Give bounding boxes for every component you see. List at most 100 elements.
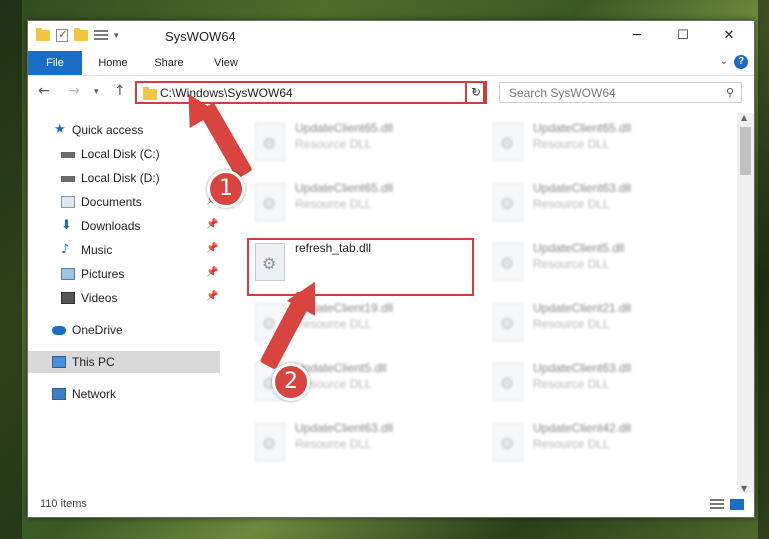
file-name: UpdateClient65.dll — [533, 121, 632, 135]
file-type: Resource DLL — [533, 377, 610, 391]
item-count: 110 items — [40, 498, 87, 510]
scroll-down-icon[interactable]: ▼ — [741, 484, 747, 493]
file-name: UpdateClient5.dll — [533, 241, 625, 255]
search-icon: ⚲ — [725, 86, 734, 99]
tab-view[interactable]: View — [202, 51, 250, 75]
minimize-button[interactable]: ─ — [614, 21, 660, 51]
list-item[interactable]: UpdateClient5.dll Resource DLL — [489, 239, 719, 291]
file-name: UpdateClient5.dll — [295, 361, 387, 375]
sidebar-item-videos[interactable]: Videos 📌 — [28, 287, 220, 309]
close-button[interactable]: ✕ — [706, 21, 752, 51]
folder-icon — [36, 28, 50, 41]
dll-file-icon — [493, 243, 523, 281]
large-icons-view-icon[interactable] — [730, 499, 744, 510]
drive-icon — [61, 176, 75, 182]
sidebar-item-label: Documents — [81, 195, 142, 209]
sidebar-item-documents[interactable]: Documents 📌 — [28, 191, 220, 213]
file-name: UpdateClient63.dll — [295, 421, 394, 435]
file-type: Resource DLL — [533, 437, 610, 451]
list-item[interactable]: UpdateClient63.dll Resource DLL — [489, 179, 719, 231]
list-item[interactable]: UpdateClient42.dll Resource DLL — [489, 419, 719, 471]
up-icon[interactable]: ↑ — [114, 83, 126, 99]
navigation-pane: ★ Quick access Local Disk (C:) Local Dis… — [28, 113, 220, 493]
recent-locations-icon[interactable]: ▾ — [94, 87, 99, 97]
help-icon[interactable]: ? — [734, 55, 748, 69]
forward-icon[interactable]: → — [68, 83, 80, 99]
list-item[interactable]: UpdateClient21.dll Resource DLL — [489, 299, 719, 351]
documents-icon — [61, 196, 75, 208]
scroll-up-icon[interactable]: ▲ — [741, 113, 747, 122]
pin-icon[interactable]: 📌 — [206, 243, 218, 254]
sidebar-item-pictures[interactable]: Pictures 📌 — [28, 263, 220, 285]
tab-file[interactable]: File — [28, 51, 82, 75]
tab-share[interactable]: Share — [144, 51, 194, 75]
sidebar-item-music[interactable]: ♪ Music 📌 — [28, 239, 220, 261]
file-type: Resource DLL — [533, 257, 610, 271]
background-trees-right — [758, 0, 769, 539]
sidebar-item-label: Local Disk (C:) — [81, 147, 160, 161]
window-title: SysWOW64 — [165, 29, 236, 44]
file-name: UpdateClient65.dll — [295, 121, 394, 135]
sidebar-item-downloads[interactable]: ⬇ Downloads 📌 — [28, 215, 220, 237]
sidebar-item-label: OneDrive — [72, 323, 123, 337]
list-item[interactable]: UpdateClient63.dll Resource DLL — [489, 359, 719, 411]
sidebar-item-label: Local Disk (D:) — [81, 171, 160, 185]
pin-icon[interactable]: 📌 — [206, 219, 218, 230]
expand-ribbon-icon[interactable]: ⌄ — [720, 56, 728, 67]
refresh-button[interactable]: ↻ — [465, 81, 487, 104]
download-icon: ⬇ — [61, 218, 72, 233]
quick-access-toolbar: ▾ — [36, 27, 119, 42]
sidebar-item-label: Network — [72, 387, 117, 401]
toolbar-dropdown-icon[interactable]: ▾ — [114, 31, 119, 41]
sidebar-item-label: Pictures — [81, 267, 125, 281]
file-name: UpdateClient63.dll — [533, 361, 632, 375]
list-item[interactable]: UpdateClient65.dll Resource DLL — [251, 179, 481, 231]
sidebar-item-this-pc[interactable]: This PC — [28, 351, 220, 373]
file-name: UpdateClient42.dll — [533, 421, 632, 435]
sidebar-item-local-disk-d[interactable]: Local Disk (D:) — [28, 167, 220, 189]
pc-icon — [52, 356, 66, 368]
search-input[interactable]: Search SysWOW64 ⚲ — [499, 82, 742, 103]
pin-icon[interactable]: 📌 — [206, 267, 218, 278]
customize-toolbar-icon[interactable] — [94, 29, 108, 42]
vertical-scrollbar[interactable]: ▲ ▼ — [737, 113, 754, 493]
background-trees — [0, 0, 22, 539]
sidebar-item-local-disk-c[interactable]: Local Disk (C:) — [28, 143, 220, 165]
tab-home[interactable]: Home — [88, 51, 138, 75]
address-row: ← → ▾ ↑ C:\Windows\SysWOW64 ⌄ ↻ Search S… — [28, 76, 754, 110]
dll-file-icon — [493, 423, 523, 461]
pin-icon[interactable]: 📌 — [206, 291, 218, 302]
annotation-badge-1: 1 — [207, 170, 245, 208]
properties-check-icon[interactable] — [56, 27, 68, 42]
dll-file-icon — [255, 123, 285, 161]
file-name: UpdateClient63.dll — [533, 181, 632, 195]
maximize-button[interactable]: ☐ — [660, 21, 706, 51]
search-placeholder: Search SysWOW64 — [509, 86, 616, 100]
title-bar: ▾ SysWOW64 ─ ☐ ✕ — [28, 21, 754, 51]
music-icon: ♪ — [61, 242, 70, 257]
new-folder-icon[interactable] — [74, 28, 88, 41]
file-type: Resource DLL — [533, 197, 610, 211]
dll-file-icon — [255, 183, 285, 221]
scroll-thumb[interactable] — [740, 127, 751, 175]
pictures-icon — [61, 268, 75, 280]
sidebar-item-onedrive[interactable]: OneDrive — [28, 319, 220, 341]
dll-file-icon — [493, 123, 523, 161]
dll-file-icon — [493, 303, 523, 341]
details-view-icon[interactable] — [710, 499, 724, 510]
file-name: UpdateClient21.dll — [533, 301, 632, 315]
sidebar-item-label: Videos — [81, 291, 118, 305]
cloud-icon — [52, 326, 66, 335]
sidebar-item-network[interactable]: Network — [28, 383, 220, 405]
drive-icon — [61, 152, 75, 158]
address-folder-icon — [143, 87, 157, 100]
status-bar: 110 items — [28, 493, 754, 517]
back-icon[interactable]: ← — [38, 83, 50, 99]
star-icon: ★ — [54, 122, 66, 137]
list-item[interactable]: UpdateClient63.dll Resource DLL — [251, 419, 481, 471]
refresh-icon: ↻ — [470, 85, 482, 99]
file-name: UpdateClient65.dll — [295, 181, 394, 195]
list-item[interactable]: UpdateClient65.dll Resource DLL — [489, 119, 719, 171]
list-item[interactable]: UpdateClient65.dll Resource DLL — [251, 119, 481, 171]
sidebar-item-label: Quick access — [72, 123, 144, 137]
